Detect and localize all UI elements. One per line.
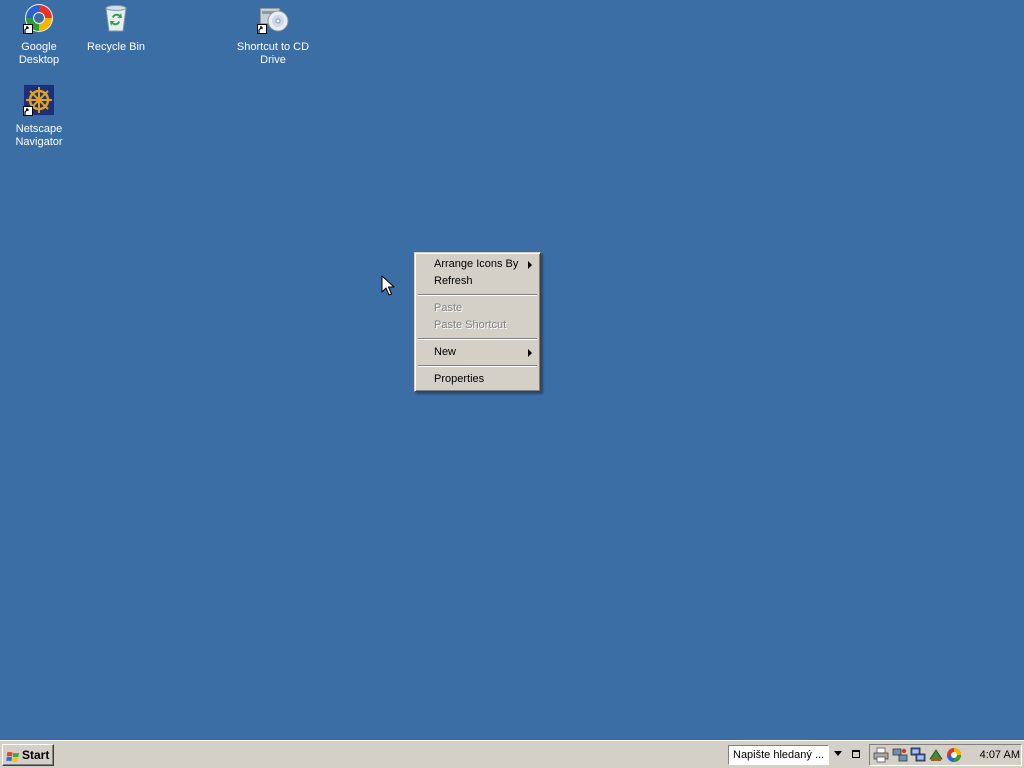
desktop-context-menu: Arrange Icons By Refresh Paste Paste Sho…: [414, 252, 541, 392]
taskbar: Start Napište hledaný ... 4:07 AM: [0, 740, 1024, 768]
taskbar-clock[interactable]: 4:07 AM: [970, 745, 1020, 765]
printer-icon[interactable]: [873, 747, 889, 763]
show-desktop-icon[interactable]: [852, 750, 860, 758]
menu-item-label: Paste: [434, 302, 463, 314]
desktop-icon-netscape-navigator[interactable]: Netscape Navigator: [0, 84, 78, 149]
menu-item-arrange-icons-by[interactable]: Arrange Icons By: [417, 256, 538, 273]
menu-separator: [418, 365, 537, 367]
system-tray: 4:07 AM: [869, 744, 1022, 766]
netscape-icon: [23, 84, 55, 116]
menu-item-label: Refresh: [434, 275, 473, 287]
desktop-icon-label: Recycle Bin: [86, 41, 146, 53]
desktop-search-input[interactable]: Napište hledaný ...: [728, 745, 829, 765]
desktop-icon-google-desktop[interactable]: Google Desktop: [0, 2, 78, 67]
desktop-icon-cd-drive[interactable]: Shortcut to CD Drive: [234, 2, 312, 67]
desktop-icon-label: Netscape Navigator: [15, 123, 63, 148]
menu-item-refresh[interactable]: Refresh: [417, 273, 538, 290]
menu-item-label: Paste Shortcut: [434, 319, 507, 331]
menu-item-label: New: [434, 346, 457, 358]
recycle-bin-icon: [100, 2, 132, 34]
desktop-icon-label: Google Desktop: [18, 41, 60, 66]
desktop[interactable]: Google Desktop Recycle Bin Shortcut to C…: [0, 0, 1024, 740]
google-desktop-tray-icon[interactable]: [946, 747, 962, 763]
shortcut-arrow-icon: [23, 24, 33, 34]
network-connections-icon[interactable]: [910, 747, 926, 763]
menu-item-properties[interactable]: Properties: [417, 371, 538, 388]
menu-item-label: Properties: [434, 373, 485, 385]
menu-item-paste-shortcut: Paste Shortcut: [417, 317, 538, 334]
start-button[interactable]: Start: [2, 744, 54, 766]
shortcut-arrow-icon: [257, 24, 267, 34]
cd-drive-icon: [257, 2, 289, 34]
network-icon[interactable]: [892, 747, 908, 763]
shortcut-arrow-icon: [23, 106, 33, 116]
menu-item-paste: Paste: [417, 300, 538, 317]
windows-logo-icon: [6, 749, 20, 762]
menu-item-label: Arrange Icons By: [434, 258, 519, 270]
desktop-icon-label: Shortcut to CD Drive: [236, 41, 310, 66]
menu-separator: [418, 294, 537, 296]
submenu-arrow-icon: [528, 349, 532, 357]
search-dropdown-arrow-icon[interactable]: [834, 751, 842, 756]
google-desktop-icon: [23, 2, 55, 34]
menu-item-new[interactable]: New: [417, 344, 538, 361]
mouse-cursor-icon: [381, 275, 395, 300]
submenu-arrow-icon: [528, 261, 532, 269]
menu-separator: [418, 338, 537, 340]
start-label: Start: [22, 748, 50, 762]
antivirus-icon[interactable]: [928, 747, 944, 763]
desktop-icon-recycle-bin[interactable]: Recycle Bin: [77, 2, 155, 54]
